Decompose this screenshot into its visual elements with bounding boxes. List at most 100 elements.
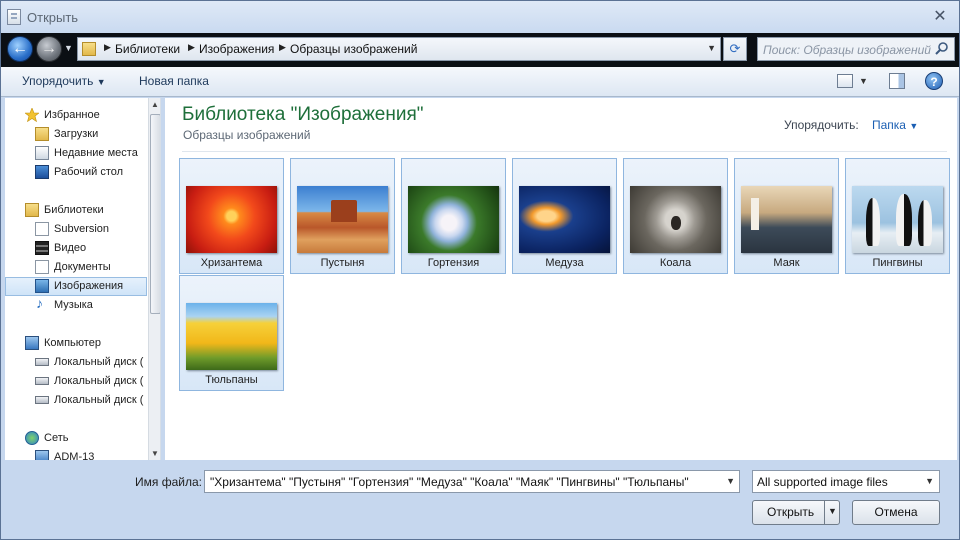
change-view-icon[interactable] [837,74,853,88]
nav-item-local-disk[interactable]: Локальный диск ( [5,353,147,372]
nav-network[interactable]: Сеть [5,429,147,448]
filename-input[interactable]: "Хризантема" "Пустыня" "Гортензия" "Меду… [204,470,740,493]
penguin-shape [918,200,932,246]
arrange-by-label: Упорядочить: [784,118,859,132]
nav-computer[interactable]: Компьютер [5,334,147,353]
file-item-name: Гортензия [427,257,480,269]
file-item-name: Хризантема [200,257,263,269]
file-item-jellyfish[interactable]: Медуза [512,158,617,274]
scrollbar-thumb[interactable] [150,114,160,314]
open-options-dropdown-icon[interactable]: ▼ [824,500,840,525]
mesa-shape [331,200,357,222]
file-item-chrysanthemum[interactable]: Хризантема [179,158,284,274]
nav-scrollbar[interactable]: ▲ ▼ [148,98,160,460]
address-bar[interactable]: ▶ Библиотеки ▶ Изображения ▶ Образцы изо… [77,37,721,61]
nav-item-videos[interactable]: Видео [5,239,147,258]
downloads-folder-icon [35,127,49,141]
file-item-name: Пингвины [872,257,923,269]
breadcrumb-chevron-icon[interactable]: ▶ [104,42,111,53]
file-item-lighthouse[interactable]: Маяк [734,158,839,274]
navigation-bar: ← → ▼ ▶ Библиотеки ▶ Изображения ▶ Образ… [1,33,959,67]
file-item-tulips[interactable]: Тюльпаны [179,275,284,391]
documents-icon [35,260,49,274]
libraries-icon [25,203,39,217]
nav-item-recent-places[interactable]: Недавние места [5,144,147,163]
nav-item-local-disk[interactable]: Локальный диск ( [5,372,147,391]
breadcrumb-libraries[interactable]: Библиотеки [115,42,180,56]
recent-pages-dropdown-icon[interactable]: ▼ [64,43,73,53]
desert-thumbnail [297,186,388,253]
nav-item-desktop[interactable]: Рабочий стол [5,163,147,182]
file-item-name: Коала [659,257,692,269]
nav-item-label: Музыка [54,299,93,311]
file-item-koala[interactable]: Коала [623,158,728,274]
close-button[interactable]: ✕ [927,6,953,28]
nav-item-network-computer[interactable]: ADM-13 [5,448,147,460]
nav-item-subversion[interactable]: Subversion [5,220,147,239]
file-item-penguins[interactable]: Пингвины [845,158,950,274]
nav-item-downloads[interactable]: Загрузки [5,125,147,144]
view-options-dropdown-icon[interactable]: ▼ [859,76,868,86]
filename-value: "Хризантема" "Пустыня" "Гортензия" "Меду… [210,475,689,489]
lighthouse-tower [751,198,759,230]
koala-nose [671,216,681,230]
scroll-up-icon[interactable]: ▲ [151,100,159,109]
network-computer-icon [35,450,49,460]
forward-button[interactable]: → [36,36,62,62]
file-item-name: Маяк [773,257,800,269]
computer-icon [25,336,39,350]
filename-history-dropdown-icon[interactable]: ▼ [726,476,735,486]
open-file-dialog: Открыть ✕ ← → ▼ ▶ Библиотеки ▶ Изображен… [0,0,960,540]
hard-disk-icon [35,396,49,404]
hard-disk-icon [35,358,49,366]
nav-item-documents[interactable]: Документы [5,258,147,277]
breadcrumb-chevron-icon[interactable]: ▶ [188,42,195,53]
file-item-name: Тюльпаны [205,374,258,386]
nav-item-label: Рабочий стол [54,166,124,178]
penguins-thumbnail [852,186,943,253]
address-dropdown-icon[interactable]: ▼ [707,43,716,53]
document-icon [7,9,21,25]
cancel-button[interactable]: Отмена [852,500,940,525]
scroll-down-icon[interactable]: ▼ [151,449,159,458]
search-input[interactable]: Поиск: Образцы изображений [757,37,955,61]
title-bar: Открыть ✕ [1,1,959,33]
nav-favorites-label: Избранное [44,109,100,121]
navigation-pane: Избранное Загрузки Недавние места Рабочи… [5,98,161,460]
file-item-desert[interactable]: Пустыня [290,158,395,274]
nav-item-pictures[interactable]: Изображения [5,277,147,296]
video-film-icon [35,241,49,255]
subversion-library-icon [35,222,49,236]
nav-item-label: Локальный диск ( [54,394,144,406]
penguin-shape [866,198,880,246]
file-item-hydrangeas[interactable]: Гортензия [401,158,506,274]
help-icon[interactable]: ? [925,72,943,90]
breadcrumb-sample-pictures[interactable]: Образцы изображений [290,42,417,56]
refresh-button[interactable]: ⟳ [723,37,747,61]
lighthouse-thumbnail [741,186,832,253]
nav-libraries[interactable]: Библиотеки [5,201,147,220]
new-folder-button[interactable]: Новая папка [139,74,209,88]
back-button[interactable]: ← [7,36,33,62]
nav-item-label: Изображения [54,280,124,292]
folder-icon [82,42,96,56]
network-globe-icon [25,431,39,445]
music-note-icon: ♪ [36,295,43,311]
nav-network-label: Сеть [44,432,69,444]
preview-pane-icon[interactable] [889,73,905,89]
chrysanthemum-thumbnail [186,186,277,253]
organize-menu-button[interactable]: Упорядочить ▼ [22,74,106,88]
nav-item-music[interactable]: ♪ Музыка [5,296,147,315]
organize-label: Упорядочить [22,74,94,88]
breadcrumb-chevron-icon[interactable]: ▶ [279,42,286,53]
file-type-select[interactable]: All supported image files ▼ [752,470,940,493]
koala-thumbnail [630,186,721,253]
pictures-icon [35,279,49,293]
nav-favorites[interactable]: Избранное [5,106,147,125]
back-arrow-icon: ← [12,40,28,57]
breadcrumb-pictures[interactable]: Изображения [199,42,274,56]
desktop-icon [35,165,49,179]
nav-item-local-disk[interactable]: Локальный диск ( [5,391,147,410]
arrange-by-dropdown[interactable]: Папка ▼ [872,118,918,132]
arrange-by-value: Папка [872,118,906,132]
